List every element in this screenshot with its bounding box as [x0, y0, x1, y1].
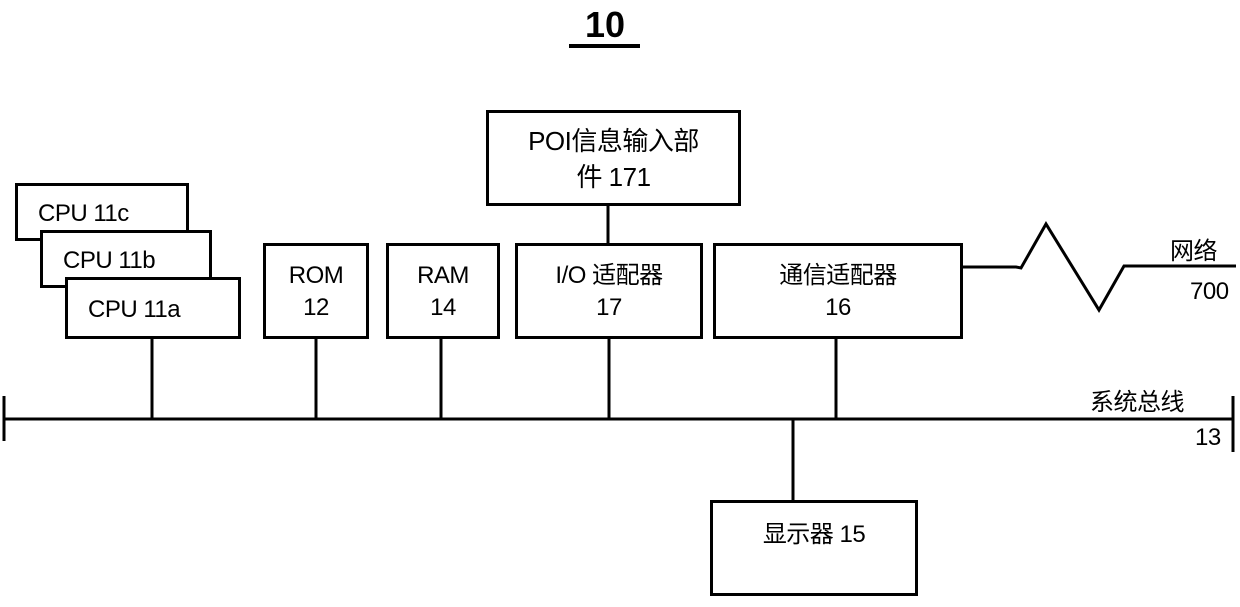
- comm-adapter-label: 通信适配器: [779, 262, 897, 289]
- cpu-11a-box: CPU 11a: [65, 277, 241, 339]
- display-label: 显示器 15: [762, 521, 866, 548]
- network-label: 网络: [1170, 238, 1218, 265]
- io-adapter-label: I/O 适配器: [555, 262, 663, 289]
- comm-adapter-ref: 16: [825, 294, 851, 321]
- ram-ref: 14: [430, 294, 456, 321]
- display-box: 显示器 15: [710, 500, 918, 596]
- bus-label: 系统总线: [1090, 389, 1185, 416]
- poi-label-line1: POI信息输入部: [528, 126, 699, 156]
- io-adapter-ref: 17: [596, 294, 622, 321]
- rom-ref: 12: [303, 294, 329, 321]
- poi-input-component-box: POI信息输入部 件 171: [486, 110, 741, 206]
- ram-box: RAM 14: [386, 243, 500, 339]
- cpu-11c-label: CPU 11c: [38, 200, 129, 227]
- rom-label: ROM: [288, 262, 344, 289]
- io-adapter-box: I/O 适配器 17: [515, 243, 703, 339]
- network-ref: 700: [1190, 278, 1229, 305]
- ram-label: RAM: [417, 262, 469, 289]
- bus-ref: 13: [1195, 424, 1221, 451]
- poi-label-line2: 件 171: [576, 162, 651, 192]
- rom-box: ROM 12: [263, 243, 369, 339]
- comm-adapter-box: 通信适配器 16: [713, 243, 963, 339]
- cpu-11a-label: CPU 11a: [88, 296, 181, 323]
- cpu-11b-label: CPU 11b: [63, 247, 156, 274]
